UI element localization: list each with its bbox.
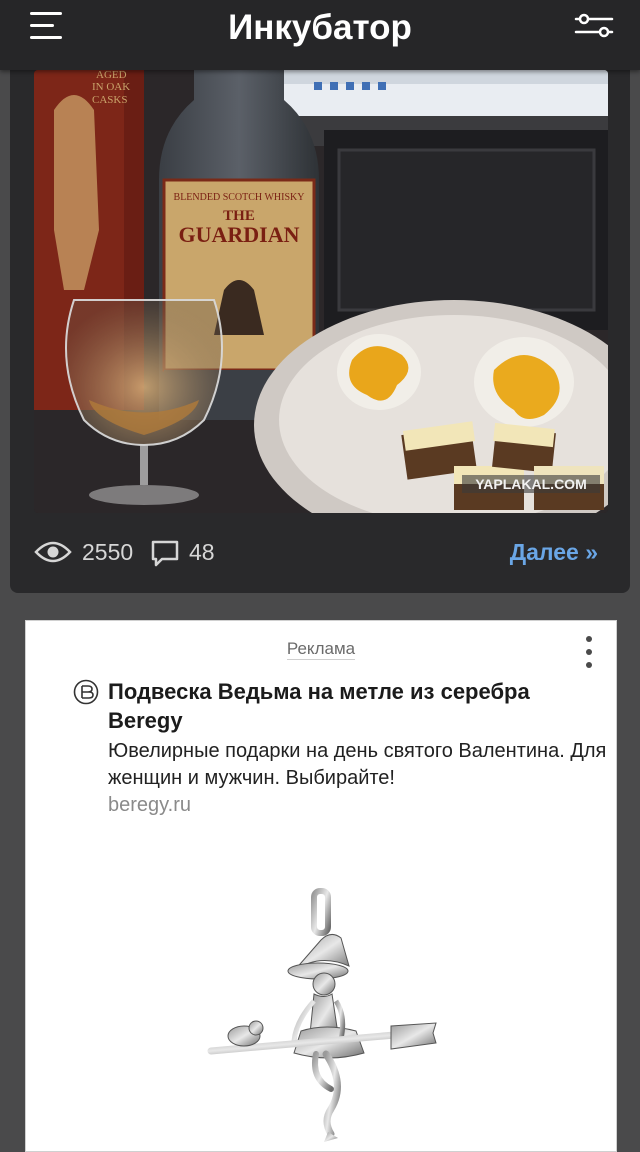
comment-icon[interactable] xyxy=(150,539,180,567)
top-app-bar: Инкубатор xyxy=(0,0,640,70)
svg-text:IN OAK: IN OAK xyxy=(92,81,130,93)
bottle-label-line: GUARDIAN xyxy=(179,222,300,247)
page-title: Инкубатор xyxy=(228,8,412,47)
views-count: 2550 xyxy=(82,539,134,565)
filter-settings-icon[interactable] xyxy=(574,12,614,40)
bottle-label-line: BLENDED SCOTCH WHISKY xyxy=(174,192,305,203)
advertiser-logo-icon xyxy=(73,679,99,705)
read-more-link[interactable]: Далее » xyxy=(510,537,598,567)
svg-text:AGED: AGED xyxy=(96,70,127,81)
more-options-icon[interactable] xyxy=(584,636,594,668)
ad-description: Ювелирные подарки на день святого Валент… xyxy=(108,740,607,789)
ad-product-image[interactable] xyxy=(206,876,446,1151)
comments-count[interactable]: 48 xyxy=(189,537,215,567)
image-watermark: YAPLAKAL.COM xyxy=(475,476,587,492)
ad-label-text: Реклама xyxy=(286,639,356,660)
ad-block[interactable]: Реклама Подвеска Ведьма на метле из сере… xyxy=(25,620,617,1152)
ad-label: Реклама xyxy=(26,639,616,660)
eye-icon xyxy=(34,541,72,563)
svg-text:CASKS: CASKS xyxy=(92,94,127,106)
ad-title[interactable]: Подвеска Ведьма на метле из серебра Bere… xyxy=(108,677,598,735)
ad-domain[interactable]: beregy.ru xyxy=(108,792,191,819)
post-card: AGED IN OAK CASKS BLENDED SCOTCH WHISKY TH… xyxy=(10,40,630,593)
post-photo[interactable]: AGED IN OAK CASKS BLENDED SCOTCH WHISKY TH… xyxy=(34,70,608,513)
